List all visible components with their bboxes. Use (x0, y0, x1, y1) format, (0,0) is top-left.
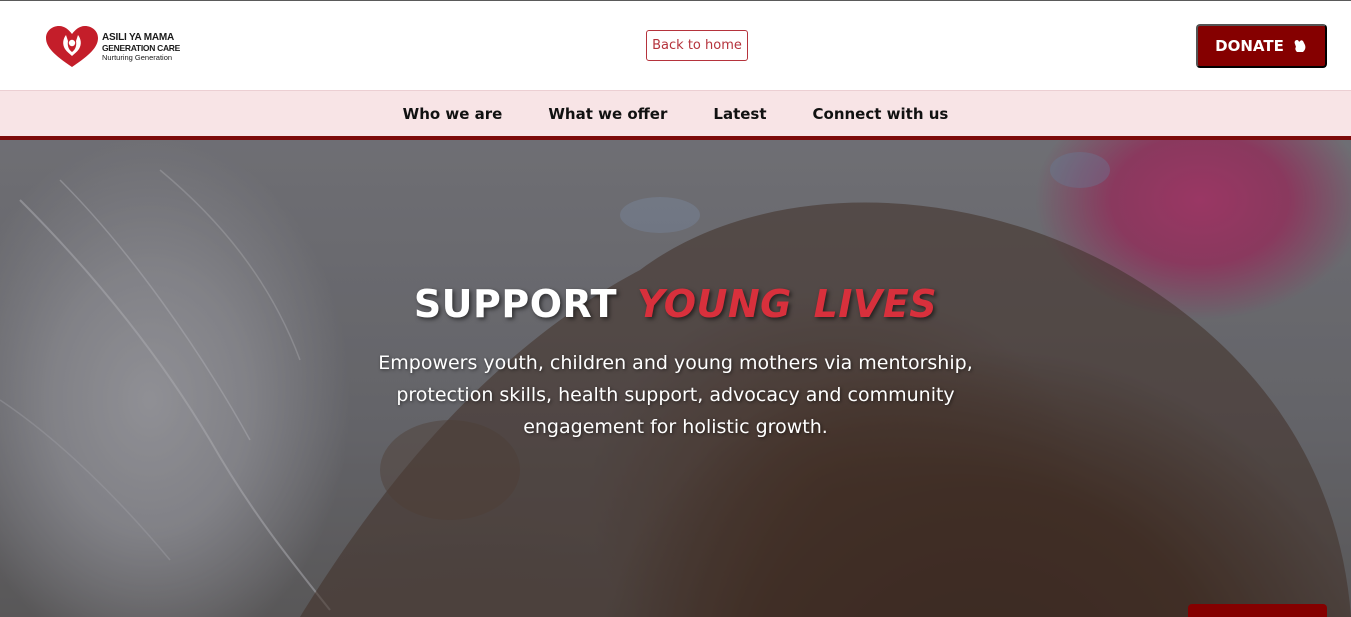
site-header: ASILI YA MAMA GENERATION CARE Nurturing … (0, 1, 1351, 90)
donate-button[interactable]: DONATE (1196, 24, 1327, 68)
nav-item-who-we-are[interactable]: Who we are (380, 105, 526, 123)
logo-text: ASILI YA MAMA GENERATION CARE Nurturing … (102, 31, 180, 62)
hero-subtitle: Empowers youth, children and young mothe… (378, 352, 973, 438)
heart-hands-icon (46, 26, 98, 67)
logo-subtitle: GENERATION CARE (102, 42, 180, 53)
site-logo[interactable]: ASILI YA MAMA GENERATION CARE Nurturing … (44, 25, 184, 69)
donate-label: DONATE (1215, 37, 1284, 55)
nav-item-latest[interactable]: Latest (690, 105, 789, 123)
hero-banner: SUPPORT YOUNG LIVES Empowers youth, child… (0, 140, 1351, 617)
nav-item-connect-with-us[interactable]: Connect with us (790, 105, 972, 123)
main-nav: Who we are What we offer Latest Connect … (0, 90, 1351, 137)
hero-title-accent: YOUNG LIVES (637, 282, 938, 326)
floating-action-button[interactable] (1188, 604, 1327, 617)
logo-tagline: Nurturing Generation (102, 53, 173, 62)
nav-item-what-we-offer[interactable]: What we offer (525, 105, 690, 123)
logo-title: ASILI YA MAMA (102, 31, 175, 43)
hand-heart-icon (1294, 40, 1306, 52)
back-to-home-button[interactable]: Back to home (646, 30, 748, 61)
hero-title-primary: SUPPORT (413, 282, 618, 326)
hero-title: SUPPORT YOUNG LIVES (0, 282, 1351, 326)
